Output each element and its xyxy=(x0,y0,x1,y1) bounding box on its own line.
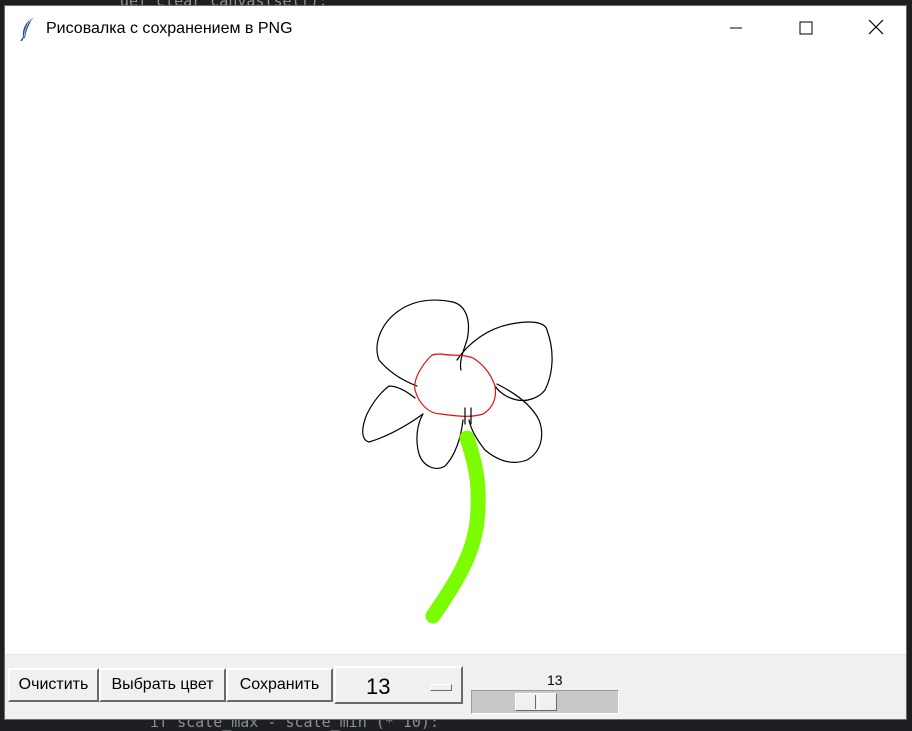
flower-petal-right xyxy=(456,321,553,402)
flower-petal-left xyxy=(362,385,424,443)
brush-size-optionmenu[interactable]: 13 xyxy=(334,666,463,704)
close-button[interactable] xyxy=(853,6,899,52)
save-button[interactable]: Сохранить xyxy=(226,668,333,702)
drawing-canvas[interactable] xyxy=(5,52,906,655)
slider-grip-icon xyxy=(535,695,540,709)
canvas-drawing xyxy=(362,299,553,624)
toolbar: Очистить Выбрать цвет Сохранить 13 13 xyxy=(5,655,906,719)
flower-center xyxy=(414,353,497,417)
dropdown-indicator-icon xyxy=(430,684,452,691)
window-title: Рисовалка с сохранением в PNG xyxy=(46,20,293,37)
brush-size-scale-value: 13 xyxy=(547,672,563,688)
clear-button[interactable]: Очистить xyxy=(8,668,99,702)
brush-size-value: 13 xyxy=(366,674,391,699)
maximize-button[interactable] xyxy=(783,6,829,52)
close-icon xyxy=(868,19,884,39)
brush-size-scale[interactable] xyxy=(471,690,619,714)
flower-petal-top xyxy=(376,299,470,387)
minimize-button[interactable] xyxy=(713,6,759,52)
flower-petal-lower-left xyxy=(416,413,464,469)
app-window: Рисовалка с сохранением в PNG Очистить В… xyxy=(4,5,907,720)
scale-slider-handle[interactable] xyxy=(515,693,558,711)
flower-stem xyxy=(425,430,486,624)
choose-color-button[interactable]: Выбрать цвет xyxy=(99,668,226,702)
feather-icon xyxy=(19,17,37,42)
maximize-icon xyxy=(799,20,813,39)
minimize-icon xyxy=(729,20,743,39)
title-bar[interactable]: Рисовалка с сохранением в PNG xyxy=(5,6,906,52)
